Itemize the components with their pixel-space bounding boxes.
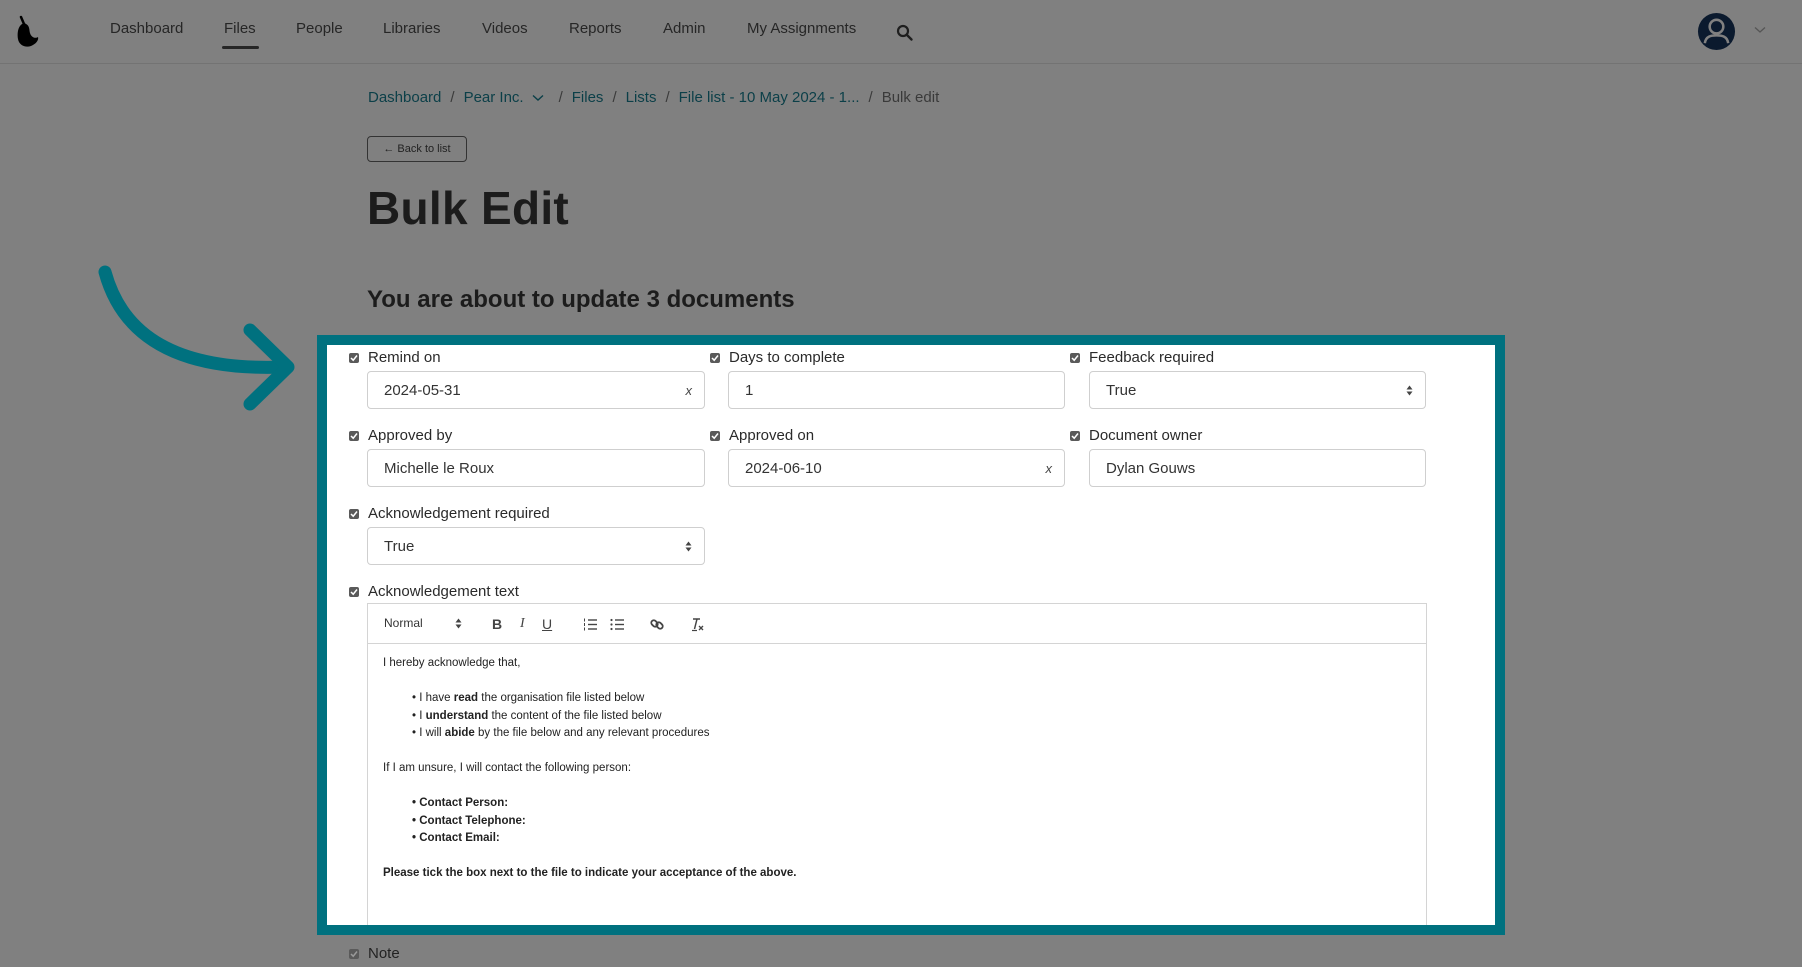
chevron-down-icon[interactable] xyxy=(1754,26,1766,34)
breadcrumb-current: Bulk edit xyxy=(881,89,940,106)
document-owner-value: Dylan Gouws xyxy=(1106,459,1196,477)
annotation-arrow-icon xyxy=(98,265,295,411)
remind-on-input[interactable]: 2024-05-31 x xyxy=(367,371,705,409)
days-to-complete-checkbox[interactable] xyxy=(710,353,720,363)
page-subtitle: You are about to update 3 documents xyxy=(367,286,795,313)
search-icon[interactable] xyxy=(896,24,914,42)
check-icon xyxy=(350,951,358,958)
ack-bullet: I have read the organisation file listed… xyxy=(412,690,796,708)
feedback-required-select[interactable]: True xyxy=(1089,371,1426,409)
approved-by-input[interactable]: Michelle le Roux xyxy=(367,449,705,487)
ack-contact-item: Contact Telephone: xyxy=(412,813,796,831)
breadcrumb-lists[interactable]: Lists xyxy=(626,89,657,106)
back-to-list-button[interactable]: ← Back to list xyxy=(367,136,467,162)
note-label: Note xyxy=(368,945,400,962)
approved-by-label: Approved by xyxy=(368,427,453,444)
breadcrumb-dashboard[interactable]: Dashboard xyxy=(368,89,441,106)
nav-my-assignments[interactable]: My Assignments xyxy=(747,20,856,37)
approved-on-label: Approved on xyxy=(729,427,815,444)
acknowledgement-text-label: Acknowledgement text xyxy=(368,583,519,600)
ack-bullet: I understand the content of the file lis… xyxy=(412,708,796,726)
breadcrumb: Dashboard / Pear Inc. / Files / Lists / … xyxy=(368,89,939,106)
clear-formatting-icon[interactable] xyxy=(690,617,705,632)
ack-bullet: I will abide by the file below and any r… xyxy=(412,725,796,743)
nav-reports[interactable]: Reports xyxy=(569,20,622,37)
check-icon xyxy=(711,433,719,440)
approved-by-checkbox[interactable] xyxy=(349,431,359,441)
underline-button[interactable]: U xyxy=(542,616,552,632)
bullet-list-icon[interactable] xyxy=(610,618,624,631)
approved-by-value: Michelle le Roux xyxy=(384,459,495,477)
ack-contact-intro: If I am unsure, I will contact the follo… xyxy=(383,762,632,774)
ordered-list-icon[interactable] xyxy=(583,618,597,631)
approved-on-value: 2024-06-10 xyxy=(745,459,822,477)
bold-button[interactable]: B xyxy=(492,616,502,632)
days-to-complete-value: 1 xyxy=(745,381,754,399)
document-owner-label: Document owner xyxy=(1089,427,1203,444)
breadcrumb-files[interactable]: Files xyxy=(572,89,604,106)
editor-toolbar: Normal B I U xyxy=(368,604,1426,644)
feedback-required-label: Feedback required xyxy=(1089,349,1215,366)
breadcrumb-separator: / xyxy=(612,89,617,106)
ack-contact-list: Contact Person: Contact Telephone: Conta… xyxy=(383,795,796,848)
check-icon xyxy=(1071,355,1079,362)
feedback-required-value: True xyxy=(1106,381,1137,399)
format-select[interactable]: Normal xyxy=(384,616,423,630)
acknowledgement-required-label: Acknowledgement required xyxy=(368,505,550,522)
chevron-down-icon[interactable] xyxy=(532,94,544,102)
pear-logo-icon[interactable] xyxy=(12,13,40,49)
clear-icon[interactable]: x xyxy=(1046,461,1053,476)
breadcrumb-separator: / xyxy=(558,89,563,106)
nav-dashboard[interactable]: Dashboard xyxy=(110,20,183,37)
nav-libraries[interactable]: Libraries xyxy=(383,20,441,37)
active-tab-indicator xyxy=(222,46,259,49)
ack-closing: Please tick the box next to the file to … xyxy=(383,867,797,879)
rich-text-editor: Normal B I U I hereby acknowledge that, … xyxy=(367,603,1427,925)
document-owner-checkbox[interactable] xyxy=(1070,431,1080,441)
days-to-complete-label: Days to complete xyxy=(729,349,845,366)
link-icon[interactable] xyxy=(650,617,665,632)
user-avatar-icon[interactable] xyxy=(1697,12,1736,51)
nav-admin[interactable]: Admin xyxy=(663,20,706,37)
breadcrumb-organisation[interactable]: Pear Inc. xyxy=(464,89,524,106)
nav-people[interactable]: People xyxy=(296,20,343,37)
remind-on-value: 2024-05-31 xyxy=(384,381,461,399)
check-icon xyxy=(350,589,358,596)
note-checkbox[interactable] xyxy=(349,949,359,959)
breadcrumb-separator: / xyxy=(665,89,670,106)
check-icon xyxy=(350,433,358,440)
feedback-required-checkbox[interactable] xyxy=(1070,353,1080,363)
select-arrows-icon[interactable] xyxy=(455,618,462,629)
remind-on-checkbox[interactable] xyxy=(349,353,359,363)
check-icon xyxy=(711,355,719,362)
page-title: Bulk Edit xyxy=(367,182,570,234)
ack-intro: I hereby acknowledge that, xyxy=(383,657,521,669)
acknowledgement-required-checkbox[interactable] xyxy=(349,509,359,519)
remind-on-label: Remind on xyxy=(368,349,441,366)
acknowledgement-required-value: True xyxy=(384,537,415,555)
italic-button[interactable]: I xyxy=(520,616,525,632)
nav-files[interactable]: Files xyxy=(224,20,256,37)
breadcrumb-file-list[interactable]: File list - 10 May 2024 - 1... xyxy=(679,89,860,106)
acknowledgement-text-checkbox[interactable] xyxy=(349,587,359,597)
check-icon xyxy=(1071,433,1079,440)
acknowledgement-required-select[interactable]: True xyxy=(367,527,705,565)
ack-bullet-list: I have read the organisation file listed… xyxy=(383,690,796,743)
approved-on-input[interactable]: 2024-06-10 x xyxy=(728,449,1065,487)
editor-content[interactable]: I hereby acknowledge that, I have read t… xyxy=(383,655,796,883)
days-to-complete-input[interactable]: 1 xyxy=(728,371,1065,409)
nav-videos[interactable]: Videos xyxy=(482,20,528,37)
ack-contact-item: Contact Person: xyxy=(412,795,796,813)
breadcrumb-separator: / xyxy=(450,89,455,106)
approved-on-checkbox[interactable] xyxy=(710,431,720,441)
breadcrumb-separator: / xyxy=(868,89,873,106)
clear-icon[interactable]: x xyxy=(686,383,693,398)
check-icon xyxy=(350,355,358,362)
select-arrows-icon xyxy=(1406,385,1413,396)
document-owner-input[interactable]: Dylan Gouws xyxy=(1089,449,1426,487)
select-arrows-icon xyxy=(685,541,692,552)
check-icon xyxy=(350,511,358,518)
ack-contact-item: Contact Email: xyxy=(412,830,796,848)
top-navbar: Dashboard Files People Libraries Videos … xyxy=(0,0,1802,64)
